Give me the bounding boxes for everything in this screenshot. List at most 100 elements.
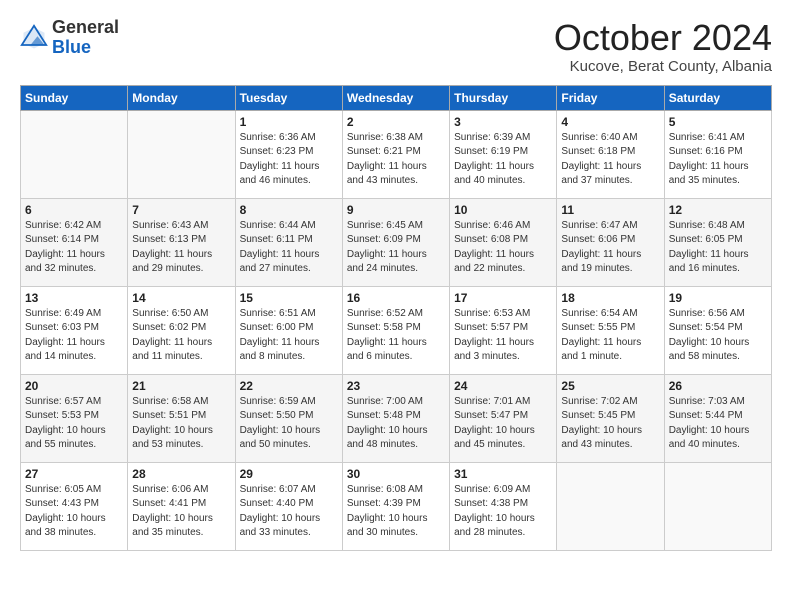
cell-content: Sunrise: 6:36 AMSunset: 6:23 PMDaylight:… [240, 131, 338, 189]
calendar-cell: 14 Sunrise: 6:50 AMSunset: 6:02 PMDayligh… [128, 286, 235, 374]
calendar-cell: 11Sunrise: 6:47 AMSunset: 6:06 PMDayligh… [557, 198, 664, 286]
cell-content: Sunrise: 6:56 AMSunset: 5:54 PMDaylight:… [669, 307, 767, 365]
day-number: 25 [561, 379, 659, 393]
cell-content: Sunrise: 6:57 AMSunset: 5:53 PMDaylight:… [25, 395, 123, 453]
day-number: 8 [240, 203, 338, 217]
day-number: 23 [347, 379, 445, 393]
calendar-cell: 30 Sunrise: 6:08 AMSunset: 4:39 PMDayligh… [342, 462, 449, 550]
calendar-cell: 28 Sunrise: 6:06 AMSunset: 4:41 PMDayligh… [128, 462, 235, 550]
calendar-cell: 7 Sunrise: 6:43 AMSunset: 6:13 PMDaylight… [128, 198, 235, 286]
day-number: 22 [240, 379, 338, 393]
day-number: 27 [25, 467, 123, 481]
day-number: 31 [454, 467, 552, 481]
calendar-cell: 9Sunrise: 6:45 AMSunset: 6:09 PMDaylight… [342, 198, 449, 286]
calendar-cell: 19Sunrise: 6:56 AMSunset: 5:54 PMDayligh… [664, 286, 771, 374]
calendar-cell: 8 Sunrise: 6:44 AMSunset: 6:11 PMDaylight… [235, 198, 342, 286]
cell-content: Sunrise: 6:39 AMSunset: 6:19 PMDaylight:… [454, 131, 552, 189]
calendar-cell: 16 Sunrise: 6:52 AMSunset: 5:58 PMDayligh… [342, 286, 449, 374]
calendar-cell: 10 Sunrise: 6:46 AMSunset: 6:08 PMDayligh… [450, 198, 557, 286]
calendar-cell: 1 Sunrise: 6:36 AMSunset: 6:23 PMDaylight… [235, 110, 342, 198]
calendar-cell: 15 Sunrise: 6:51 AMSunset: 6:00 PMDayligh… [235, 286, 342, 374]
weekday-header-row: SundayMondayTuesdayWednesdayThursdayFrid… [21, 85, 772, 110]
cell-content: Sunrise: 6:50 AMSunset: 6:02 PMDaylight:… [132, 307, 230, 365]
day-number: 4 [561, 115, 659, 129]
cell-content: Sunrise: 6:45 AMSunset: 6:09 PMDaylight:… [347, 219, 445, 277]
cell-content: Sunrise: 6:46 AMSunset: 6:08 PMDaylight:… [454, 219, 552, 277]
day-number: 26 [669, 379, 767, 393]
header: General Blue October 2024 Kucove, Berat … [20, 18, 772, 75]
day-number: 21 [132, 379, 230, 393]
cell-content: Sunrise: 6:51 AMSunset: 6:00 PMDaylight:… [240, 307, 338, 365]
cell-content: Sunrise: 6:08 AMSunset: 4:39 PMDaylight:… [347, 483, 445, 541]
weekday-header-friday: Friday [557, 85, 664, 110]
day-number: 12 [669, 203, 767, 217]
cell-content: Sunrise: 6:54 AMSunset: 5:55 PMDaylight:… [561, 307, 659, 365]
cell-content: Sunrise: 6:53 AMSunset: 5:57 PMDaylight:… [454, 307, 552, 365]
calendar-cell: 31 Sunrise: 6:09 AMSunset: 4:38 PMDayligh… [450, 462, 557, 550]
calendar-cell: 2Sunrise: 6:38 AMSunset: 6:21 PMDaylight… [342, 110, 449, 198]
cell-content: Sunrise: 6:38 AMSunset: 6:21 PMDaylight:… [347, 131, 445, 189]
calendar-week-row: 27Sunrise: 6:05 AMSunset: 4:43 PMDayligh… [21, 462, 772, 550]
weekday-header-tuesday: Tuesday [235, 85, 342, 110]
day-number: 30 [347, 467, 445, 481]
calendar-cell: 22 Sunrise: 6:59 AMSunset: 5:50 PMDayligh… [235, 374, 342, 462]
day-number: 29 [240, 467, 338, 481]
calendar-week-row: 1 Sunrise: 6:36 AMSunset: 6:23 PMDaylight… [21, 110, 772, 198]
calendar-cell: 17 Sunrise: 6:53 AMSunset: 5:57 PMDayligh… [450, 286, 557, 374]
calendar-cell: 26Sunrise: 7:03 AMSunset: 5:44 PMDayligh… [664, 374, 771, 462]
cell-content: Sunrise: 6:49 AMSunset: 6:03 PMDaylight:… [25, 307, 123, 365]
calendar-week-row: 20 Sunrise: 6:57 AMSunset: 5:53 PMDayligh… [21, 374, 772, 462]
calendar-cell [128, 110, 235, 198]
cell-content: Sunrise: 7:01 AMSunset: 5:47 PMDaylight:… [454, 395, 552, 453]
day-number: 28 [132, 467, 230, 481]
cell-content: Sunrise: 6:58 AMSunset: 5:51 PMDaylight:… [132, 395, 230, 453]
day-number: 6 [25, 203, 123, 217]
day-number: 20 [25, 379, 123, 393]
calendar-cell: 21 Sunrise: 6:58 AMSunset: 5:51 PMDayligh… [128, 374, 235, 462]
calendar-cell: 5 Sunrise: 6:41 AMSunset: 6:16 PMDaylight… [664, 110, 771, 198]
calendar-cell: 13 Sunrise: 6:49 AMSunset: 6:03 PMDayligh… [21, 286, 128, 374]
cell-content: Sunrise: 7:00 AMSunset: 5:48 PMDaylight:… [347, 395, 445, 453]
cell-content: Sunrise: 6:44 AMSunset: 6:11 PMDaylight:… [240, 219, 338, 277]
title-block: October 2024 Kucove, Berat County, Alban… [554, 18, 772, 75]
cell-content: Sunrise: 6:52 AMSunset: 5:58 PMDaylight:… [347, 307, 445, 365]
weekday-header-thursday: Thursday [450, 85, 557, 110]
logo: General Blue [20, 18, 119, 58]
calendar-cell: 24 Sunrise: 7:01 AMSunset: 5:47 PMDayligh… [450, 374, 557, 462]
calendar-cell [21, 110, 128, 198]
calendar-cell [664, 462, 771, 550]
weekday-header-monday: Monday [128, 85, 235, 110]
calendar-cell: 12 Sunrise: 6:48 AMSunset: 6:05 PMDayligh… [664, 198, 771, 286]
cell-content: Sunrise: 6:41 AMSunset: 6:16 PMDaylight:… [669, 131, 767, 189]
page: General Blue October 2024 Kucove, Berat … [0, 0, 792, 569]
day-number: 16 [347, 291, 445, 305]
day-number: 10 [454, 203, 552, 217]
cell-content: Sunrise: 6:43 AMSunset: 6:13 PMDaylight:… [132, 219, 230, 277]
cell-content: Sunrise: 6:47 AMSunset: 6:06 PMDaylight:… [561, 219, 659, 277]
cell-content: Sunrise: 6:48 AMSunset: 6:05 PMDaylight:… [669, 219, 767, 277]
cell-content: Sunrise: 6:59 AMSunset: 5:50 PMDaylight:… [240, 395, 338, 453]
day-number: 13 [25, 291, 123, 305]
month-title: October 2024 [554, 18, 772, 58]
logo-general-text: General [52, 17, 119, 37]
logo-blue-text: Blue [52, 37, 91, 57]
weekday-header-saturday: Saturday [664, 85, 771, 110]
cell-content: Sunrise: 6:06 AMSunset: 4:41 PMDaylight:… [132, 483, 230, 541]
cell-content: Sunrise: 6:09 AMSunset: 4:38 PMDaylight:… [454, 483, 552, 541]
calendar-cell: 25Sunrise: 7:02 AMSunset: 5:45 PMDayligh… [557, 374, 664, 462]
calendar-week-row: 6Sunrise: 6:42 AMSunset: 6:14 PMDaylight… [21, 198, 772, 286]
day-number: 5 [669, 115, 767, 129]
calendar-week-row: 13 Sunrise: 6:49 AMSunset: 6:03 PMDayligh… [21, 286, 772, 374]
weekday-header-sunday: Sunday [21, 85, 128, 110]
day-number: 15 [240, 291, 338, 305]
day-number: 7 [132, 203, 230, 217]
day-number: 17 [454, 291, 552, 305]
calendar-cell: 6Sunrise: 6:42 AMSunset: 6:14 PMDaylight… [21, 198, 128, 286]
cell-content: Sunrise: 6:07 AMSunset: 4:40 PMDaylight:… [240, 483, 338, 541]
day-number: 14 [132, 291, 230, 305]
day-number: 1 [240, 115, 338, 129]
calendar-cell: 3Sunrise: 6:39 AMSunset: 6:19 PMDaylight… [450, 110, 557, 198]
logo-icon [20, 24, 48, 52]
day-number: 24 [454, 379, 552, 393]
day-number: 18 [561, 291, 659, 305]
